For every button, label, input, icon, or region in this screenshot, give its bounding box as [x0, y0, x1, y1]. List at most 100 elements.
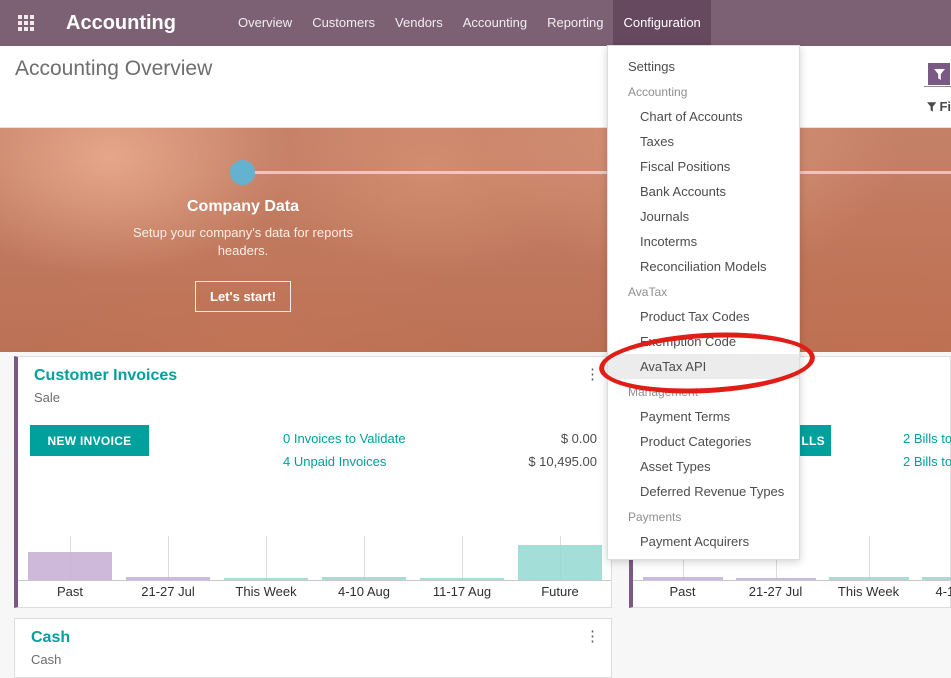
chart-bar-4-10-aug[interactable] — [922, 577, 951, 580]
menu-section-accounting: Accounting — [608, 79, 799, 104]
control-panel: Accounting Overview Fi — [0, 46, 951, 128]
menu-item-fiscal-positions[interactable]: Fiscal Positions — [608, 154, 799, 179]
chart-bar-11-17-aug[interactable] — [420, 578, 504, 580]
menu-item-taxes[interactable]: Taxes — [608, 129, 799, 154]
invoice-amount: $ 10,495.00 — [528, 454, 597, 469]
lets-start-button[interactable]: Let's start! — [195, 281, 291, 312]
card-subtitle: Cash — [31, 652, 61, 667]
menu-item-asset-types[interactable]: Asset Types — [608, 454, 799, 479]
chart-axis-row: Past21-27 JulThis Week4-10 Aug — [633, 580, 950, 599]
chart-bar-cell — [511, 536, 609, 580]
kebab-menu-icon[interactable]: ⋮ — [585, 630, 600, 644]
onboarding-timeline — [243, 171, 951, 174]
kebab-menu-icon[interactable]: ⋮ — [585, 368, 600, 382]
chart-bar-21-27-jul[interactable] — [126, 577, 210, 580]
app-title: Accounting — [66, 0, 176, 46]
chart-axis-label: Past — [636, 581, 729, 599]
invoice-summary-row: 4 Unpaid Invoices $ 10,495.00 — [283, 450, 597, 473]
chart-bar-this-week[interactable] — [829, 577, 909, 580]
search-filter-facet[interactable] — [928, 63, 950, 85]
chart-bar-cell — [217, 536, 315, 580]
chart-bar-this-week[interactable] — [224, 578, 308, 580]
nav-item-configuration[interactable]: Configuration — [613, 0, 710, 46]
menu-item-deferred-revenue-types[interactable]: Deferred Revenue Types — [608, 479, 799, 504]
menu-section-management: Management — [608, 379, 799, 404]
step-description: Setup your company's data for reports he… — [133, 224, 353, 260]
bill-summary-row: 2 Bills to P — [903, 450, 950, 473]
cash-card: Cash Cash ⋮ — [14, 618, 612, 678]
nav-item-overview[interactable]: Overview — [228, 0, 302, 46]
menu-item-bank-accounts[interactable]: Bank Accounts — [608, 179, 799, 204]
chart-bar-cell — [822, 536, 915, 580]
nav-menu: OverviewCustomersVendorsAccountingReport… — [228, 0, 711, 46]
chart-axis-label: 21-27 Jul — [729, 581, 822, 599]
chart-bar-21-27-jul[interactable] — [736, 578, 816, 580]
chart-axis-label: This Week — [822, 581, 915, 599]
chart-axis-label: 4-10 Aug — [315, 581, 413, 599]
chart-gridline — [364, 536, 365, 580]
invoice-link[interactable]: 0 Invoices to Validate — [283, 431, 406, 446]
configuration-dropdown-menu: SettingsAccountingChart of AccountsTaxes… — [607, 45, 800, 560]
chart-axis-label: Past — [21, 581, 119, 599]
invoice-amount: $ 0.00 — [561, 431, 597, 446]
menu-item-journals[interactable]: Journals — [608, 204, 799, 229]
chart-bar-cell — [413, 536, 511, 580]
menu-item-product-categories[interactable]: Product Categories — [608, 429, 799, 454]
onboarding-step-dot — [230, 160, 255, 185]
onboarding-step: Company Data Setup your company's data f… — [133, 198, 353, 312]
chart-axis-label: 11-17 Aug — [413, 581, 511, 599]
top-navbar: Accounting OverviewCustomersVendorsAccou… — [0, 0, 951, 46]
menu-item-payment-terms[interactable]: Payment Terms — [608, 404, 799, 429]
chart-gridline — [168, 536, 169, 580]
menu-item-settings[interactable]: Settings — [608, 54, 799, 79]
bill-summary-row: 2 Bills to V — [903, 427, 950, 450]
apps-grid-icon[interactable] — [18, 15, 34, 31]
menu-item-product-tax-codes[interactable]: Product Tax Codes — [608, 304, 799, 329]
invoice-summary-rows: 0 Invoices to Validate $ 0.00 4 Unpaid Inv… — [283, 427, 597, 473]
chart-axis-label: 21-27 Jul — [119, 581, 217, 599]
invoice-bar-chart[interactable]: Past21-27 JulThis Week4-10 Aug11-17 AugF… — [18, 536, 611, 599]
chart-axis-row: Past21-27 JulThis Week4-10 Aug11-17 AugF… — [18, 580, 611, 599]
chart-bar-past[interactable] — [643, 577, 723, 580]
bill-link[interactable]: 2 Bills to P — [903, 454, 951, 469]
chart-gridline — [462, 536, 463, 580]
card-subtitle: Sale — [34, 390, 60, 405]
nav-item-accounting[interactable]: Accounting — [453, 0, 537, 46]
menu-section-payments: Payments — [608, 504, 799, 529]
menu-item-payment-acquirers[interactable]: Payment Acquirers — [608, 529, 799, 554]
menu-item-avatax-api[interactable]: AvaTax API — [608, 354, 799, 379]
new-invoice-button[interactable]: NEW INVOICE — [30, 425, 149, 456]
chart-bar-future[interactable] — [518, 545, 602, 580]
menu-item-exemption-code[interactable]: Exemption Code — [608, 329, 799, 354]
bill-link[interactable]: 2 Bills to V — [903, 431, 951, 446]
menu-item-incoterms[interactable]: Incoterms — [608, 229, 799, 254]
search-input-underline — [924, 86, 951, 87]
bill-summary-links: 2 Bills to V 2 Bills to P — [903, 427, 950, 473]
chart-gridline — [266, 536, 267, 580]
nav-item-reporting[interactable]: Reporting — [537, 0, 613, 46]
chart-bar-cell — [315, 536, 413, 580]
filters-label: Fi — [939, 99, 951, 114]
chart-axis-label: Future — [511, 581, 609, 599]
onboarding-banner: Company Data Setup your company's data f… — [0, 128, 951, 352]
card-title[interactable]: Customer Invoices — [34, 367, 177, 385]
card-title[interactable]: Cash — [31, 629, 70, 647]
chart-bar-cell — [21, 536, 119, 580]
nav-item-customers[interactable]: Customers — [302, 0, 385, 46]
filters-button[interactable]: Fi — [927, 99, 951, 114]
nav-item-vendors[interactable]: Vendors — [385, 0, 453, 46]
chart-bar-cell — [915, 536, 951, 580]
customer-invoices-card: Customer Invoices Sale ⋮ NEW INVOICE 0 I… — [14, 356, 612, 608]
chart-bar-cell — [119, 536, 217, 580]
chart-bars-row — [18, 536, 611, 580]
chart-bar-4-10-aug[interactable] — [322, 577, 406, 580]
chart-bar-past[interactable] — [28, 552, 112, 580]
invoice-summary-row: 0 Invoices to Validate $ 0.00 — [283, 427, 597, 450]
chart-axis-label: 4-10 Aug — [915, 581, 951, 599]
page-title: Accounting Overview — [15, 57, 212, 81]
filters-funnel-icon — [927, 102, 936, 112]
invoice-link[interactable]: 4 Unpaid Invoices — [283, 454, 386, 469]
menu-section-avatax: AvaTax — [608, 279, 799, 304]
menu-item-reconciliation-models[interactable]: Reconciliation Models — [608, 254, 799, 279]
menu-item-chart-of-accounts[interactable]: Chart of Accounts — [608, 104, 799, 129]
